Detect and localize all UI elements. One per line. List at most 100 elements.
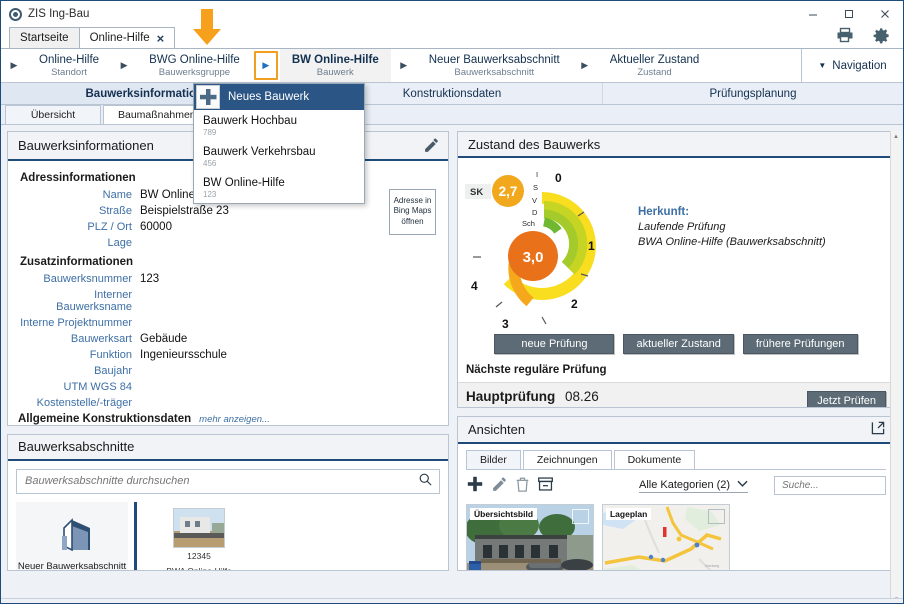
svg-text:2,7: 2,7 [499,184,518,199]
breadcrumb-subtitle: Bauwerksgruppe [158,66,231,78]
tile-divider [134,501,137,570]
svg-text:Sch: Sch [522,219,535,228]
info-label: Straße [98,204,132,217]
breadcrumb-item-zustand[interactable]: Aktueller Zustand Zustand [598,49,712,82]
subtab-uebersicht[interactable]: Übersicht [5,105,101,124]
tab-online-hilfe[interactable]: Online-Hilfe × [78,27,176,48]
info-value: Gebäude [140,332,188,345]
breadcrumb-title: Aktueller Zustand [609,53,700,66]
dropdown-item[interactable]: BW Online-Hilfe 123 [194,172,364,203]
card-badge: Übersichtsbild [469,507,538,520]
search-icon[interactable] [418,472,433,490]
info-row: Funktion Ingenieursschule [18,349,438,361]
breadcrumb-item-bauwerksgruppe[interactable]: BWG Online-Hilfe Bauwerksgruppe [137,49,252,82]
dropdown-new-bauwerk-item[interactable]: Neues Bauwerk [194,84,364,110]
breadcrumb-arrow-icon[interactable]: ▶ [111,49,137,82]
search-input[interactable] [780,479,894,493]
panel-bauwerksabschnitte: Bauwerksabschnitte Bauwerksabschnitte du… [7,434,449,571]
info-row: Kostenstelle/-träger [18,397,438,409]
panel-title: Zustand des Bauwerks [467,136,601,152]
svg-text:I: I [536,170,538,179]
bauwerksabschnitt-tile[interactable]: 12345 BWA Online-Hilfe [147,502,251,570]
new-bauwerksabschnitt-tile[interactable]: Neuer Bauwerksabschnitt [16,501,128,570]
add-icon[interactable] [466,475,484,496]
tab-label: Bilder [479,453,507,466]
document-tab-strip: Startseite Online-Hilfe × [1,27,903,49]
category-filter[interactable]: Alle Kategorien (2) [638,478,749,493]
konstruktionsdaten-row: Allgemeine Konstruktionsdaten mehr anzei… [18,413,438,425]
bauwerksabschnitte-search[interactable] [16,468,440,494]
breadcrumb-items: ▶ Online-Hilfe Standort ▶ BWG Online-Hil… [1,49,801,82]
chevron-down-icon: ▼ [818,61,827,70]
info-row: Straße Beispielstraße 23 [18,205,438,217]
search-input[interactable] [23,474,418,489]
minimize-button[interactable] [795,1,831,27]
breadcrumb: ▶ Online-Hilfe Standort ▶ BWG Online-Hil… [1,49,903,83]
info-label: PLZ / Ort [87,220,132,233]
right-column: Zustand des Bauwerks 0 1 2 3 4 I S V D S… [456,131,901,603]
dropdown-item[interactable]: Bauwerk Verkehrsbau 456 [194,141,364,172]
next-inspection-label: Nächste reguläre Prüfung [465,364,607,377]
svg-text:1: 1 [588,239,595,253]
breadcrumb-item-bauwerksabschnitt[interactable]: Neuer Bauwerksabschnitt Bauwerksabschnit… [417,49,572,82]
archive-icon[interactable] [537,476,554,495]
panel-body: 0 1 2 3 4 I S V D Sch SK 2,7 3,0 Herkunf… [457,158,894,407]
jetzt-pruefen-button[interactable]: Jetzt Prüfen [807,391,886,407]
breadcrumb-title: BWG Online-Hilfe [149,53,240,66]
breadcrumb-arrow-icon[interactable]: ▶ [391,49,417,82]
scroll-up-arrow-icon[interactable]: ▲ [891,131,901,142]
navigation-label: Navigation [832,59,887,72]
ansichten-toolbar: Alle Kategorien (2) [466,475,894,497]
ansichten-tab-zeichnungen[interactable]: Zeichnungen [522,449,612,469]
breadcrumb-subtitle: Bauwerksabschnitt [454,66,535,78]
dropdown-item-number: 789 [203,128,217,137]
breadcrumb-arrow-icon[interactable]: ▶ [572,49,598,82]
svg-text:4: 4 [471,279,478,293]
panel-body: Bilder Zeichnungen Dokumente Alle Katego… [458,444,894,570]
panel-title: Ansichten [467,421,526,437]
ansicht-card-uebersichtsbild[interactable]: Übersichtsbild [465,503,594,570]
chevron-down-icon [737,479,748,491]
breadcrumb-subtitle: Standort [51,66,87,78]
panel-header: Ansichten [457,417,894,444]
print-button[interactable] [827,22,863,48]
svg-text:SK: SK [470,187,483,198]
breadcrumb-item-standort[interactable]: Online-Hilfe Standort [27,49,111,82]
info-label: Interne Projektnummer [20,316,132,329]
vertical-scrollbar[interactable]: ▲ ▼ [890,131,901,603]
settings-gear-button[interactable] [863,22,899,48]
close-icon[interactable]: × [157,31,165,46]
info-label: Bauwerksart [70,332,132,345]
subtab-label: Baumaßnahmen [118,109,196,121]
section-title-konstruktionsdaten: Allgemeine Konstruktionsdaten [18,412,192,425]
info-label: Kostenstelle/-träger [36,396,132,409]
category-filter-label: Alle Kategorien (2) [638,478,731,491]
svg-text:3,0: 3,0 [523,249,544,266]
info-label: Funktion [89,348,132,361]
info-row: Interner Bauwerksname [18,289,438,313]
popout-icon[interactable] [870,420,886,439]
herkunft-line-2: BWA Online-Hilfe (Bauwerksabschnitt) [637,236,826,249]
tab-pruefungsplanung[interactable]: Prüfungsplanung [603,83,903,104]
breadcrumb-arrow-icon-highlighted[interactable]: ▶ [253,51,278,80]
navigation-button[interactable]: ▼ Navigation [801,49,903,82]
pencil-icon[interactable] [423,137,440,154]
ansichten-tab-dokumente[interactable]: Dokumente [613,449,696,469]
tab-startseite[interactable]: Startseite [9,27,80,48]
dropdown-item[interactable]: Bauwerk Hochbau 789 [194,110,364,141]
breadcrumb-item-bauwerk[interactable]: BW Online-Hilfe Bauwerk [279,49,391,82]
show-more-link[interactable]: mehr anzeigen... [199,414,270,425]
dropdown-item-name: BW Online-Hilfe [203,177,285,189]
tab-label: Dokumente [627,453,682,466]
ansichten-search[interactable] [774,476,894,496]
info-label: Interner Bauwerksname [56,288,132,313]
inspection-date: 08.26 [564,389,599,405]
ansicht-card-lageplan[interactable]: Lageplan Hornberg [601,503,730,570]
info-label: Bauwerksnummer [43,272,132,285]
breadcrumb-arrow-icon[interactable]: ▶ [1,49,27,82]
ansichten-tab-bilder[interactable]: Bilder [465,449,521,469]
info-row: UTM WGS 84 [18,381,438,393]
delete-icon[interactable] [515,476,530,496]
edit-icon[interactable] [491,476,508,496]
bing-maps-button[interactable]: Adresse in Bing Maps öffnen [388,188,436,236]
